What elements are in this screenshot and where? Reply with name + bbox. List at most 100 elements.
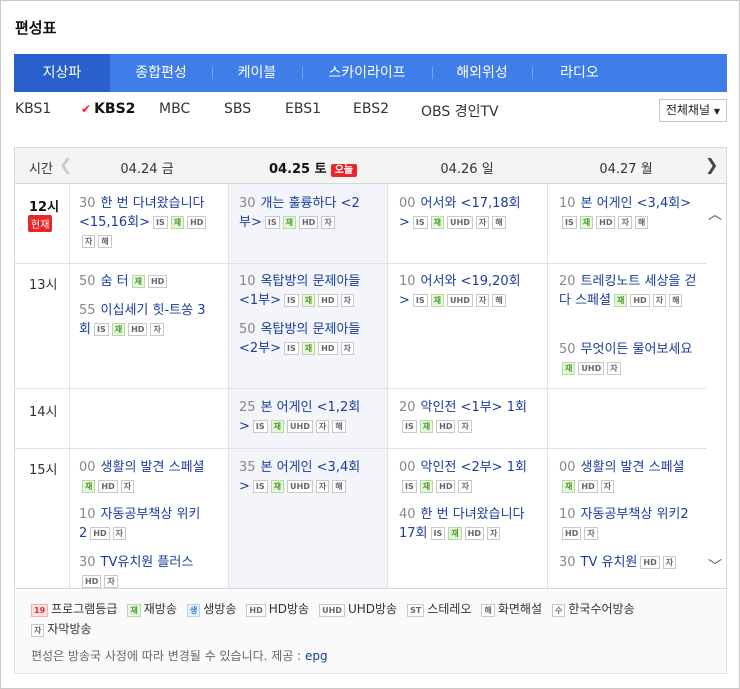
program-item[interactable]: 10 옥탑방의 문제아들 <1부> IS 재 HD 자 bbox=[239, 272, 367, 310]
legend-item: 수 한국수어방송 bbox=[552, 599, 635, 619]
program-item[interactable]: 10 어서와 <19,20회> IS 재 UHD 자 해 bbox=[399, 272, 527, 310]
legend-badge: 생 bbox=[186, 604, 201, 617]
provider-link[interactable]: epg bbox=[305, 649, 328, 663]
program-badge: 해 bbox=[332, 420, 346, 433]
channel-kbs2[interactable]: ✔ KBS2 bbox=[81, 101, 135, 117]
column-divider bbox=[69, 184, 70, 588]
program-item[interactable]: 20 트레킹노트 세상을 걷다 스페셜 재 HD 자 해 bbox=[559, 272, 699, 310]
program-item[interactable]: 00 악인전 <2부> 1회 IS 재 HD 자 bbox=[399, 458, 527, 496]
program-badge: 재 bbox=[430, 294, 445, 307]
program-badge: 자 bbox=[458, 480, 472, 493]
tab-cable[interactable]: 케이블 bbox=[212, 54, 302, 92]
legend-label: 한국수어방송 bbox=[568, 602, 635, 616]
program-item[interactable]: 10 본 어게인 <3,4회> IS 재 HD 자 해 bbox=[559, 194, 699, 232]
tab-radio[interactable]: 라디오 bbox=[532, 54, 627, 92]
program-title[interactable]: 한 번 다녀왔습니다 17회 bbox=[399, 507, 525, 541]
program-badge: 해 bbox=[492, 216, 506, 229]
channel-kbs1[interactable]: KBS1 bbox=[15, 101, 51, 117]
column-divider bbox=[387, 184, 388, 588]
channel-obs[interactable]: OBS 경인TV bbox=[421, 101, 499, 121]
program-title[interactable]: 한 번 다녀왔습니다 <15,16회> bbox=[79, 196, 205, 230]
program-item[interactable]: 10자동공부책상 위키2HD자 bbox=[79, 505, 207, 543]
program-badge: 자 bbox=[475, 294, 490, 307]
program-badge: HD bbox=[298, 216, 319, 229]
program-item[interactable]: 10자동공부책상 위키2HD자 bbox=[559, 505, 699, 543]
program-item[interactable]: 25 본 어게인 <1,2회> IS 재 UHD 자 해 bbox=[239, 398, 367, 436]
schedule-grid: 시간 ❮ 04.24 금 04.25 토 오늘 04.26 일 04.27 월 ❯… bbox=[14, 147, 727, 589]
program-badge: 재 bbox=[111, 323, 126, 336]
program-title[interactable]: 본 어게인 <3,4회> bbox=[581, 196, 692, 211]
program-item[interactable]: 50 숨 터 재 HD bbox=[79, 272, 207, 291]
channel-ebs2[interactable]: EBS2 bbox=[353, 101, 389, 117]
program-title[interactable]: 생활의 발견 스페셜 bbox=[581, 460, 685, 475]
program-title[interactable]: 무엇이든 물어보세요 bbox=[581, 342, 693, 357]
scrollbar[interactable]: ︿ ﹀ bbox=[706, 184, 726, 588]
program-item[interactable]: 00 어서와 <17,18회> IS 재 UHD 자 해 bbox=[399, 194, 527, 232]
next-arrow-icon[interactable]: ❯ bbox=[705, 157, 718, 173]
scroll-up-icon[interactable]: ︿ bbox=[708, 204, 722, 224]
legend-label: UHD방송 bbox=[347, 602, 398, 616]
program-item[interactable]: 00 생활의 발견 스페셜재 HD 자 bbox=[559, 458, 699, 496]
program-item[interactable]: 30 TV 유치원 HD 자 bbox=[559, 553, 699, 572]
program-minute: 30 bbox=[79, 196, 96, 211]
program-title[interactable]: 악인전 <1부> 1회 bbox=[421, 400, 527, 415]
program-badge: 재 bbox=[579, 216, 594, 229]
program-badge: HD bbox=[596, 216, 616, 229]
tab-general[interactable]: 종합편성 bbox=[110, 54, 212, 92]
program-minute: 00 bbox=[399, 460, 416, 475]
schedule-note: 편성은 방송국 사정에 따라 변경될 수 있습니다. 제공 : epg bbox=[31, 647, 328, 664]
tab-terrestrial[interactable]: 지상파 bbox=[14, 54, 110, 92]
program-badge: 재 bbox=[448, 527, 462, 540]
program-item[interactable]: 55 이십세기 힛-트쏭 3회 IS 재 HD 자 bbox=[79, 301, 207, 339]
legend-label: 생방송 bbox=[203, 602, 237, 616]
program-badge: 자 bbox=[340, 342, 354, 355]
program-badge: UHD bbox=[287, 420, 313, 433]
column-divider bbox=[228, 184, 229, 588]
tab-overseas[interactable]: 해외위성 bbox=[432, 54, 532, 92]
channel-mbc[interactable]: MBC bbox=[159, 101, 190, 117]
channel-ebs1[interactable]: EBS1 bbox=[285, 101, 321, 117]
program-badge: UHD bbox=[447, 216, 473, 229]
program-badge: 자 bbox=[82, 235, 96, 248]
check-icon: ✔ bbox=[81, 102, 92, 116]
channel-sbs[interactable]: SBS bbox=[224, 101, 251, 117]
scroll-down-icon[interactable]: ﹀ bbox=[708, 556, 722, 576]
row-divider bbox=[15, 448, 706, 449]
program-item[interactable]: 50 무엇이든 물어보세요재 UHD 자 bbox=[559, 340, 699, 378]
column-divider bbox=[547, 184, 548, 588]
program-minute: 10 bbox=[399, 274, 416, 289]
row-divider bbox=[15, 263, 706, 264]
program-badge: 자 bbox=[340, 294, 354, 307]
time-label: 시간 bbox=[29, 162, 53, 177]
program-minute: 35 bbox=[239, 460, 256, 475]
program-title[interactable]: 숨 터 bbox=[101, 274, 129, 289]
now-badge: 현재 bbox=[28, 215, 53, 232]
program-item[interactable]: 30 한 번 다녀왔습니다 <15,16회> IS 재 HD 자 해 bbox=[79, 194, 207, 251]
program-badge: 자 bbox=[618, 216, 632, 229]
program-minute: 40 bbox=[399, 507, 416, 522]
legend-badge: 재 bbox=[127, 604, 141, 617]
date-0426: 04.26 일 bbox=[440, 162, 494, 177]
program-item[interactable]: 30 TV유치원 플러스 HD 자 bbox=[79, 553, 207, 588]
program-item[interactable]: 00 생활의 발견 스페셜재 HD 자 bbox=[79, 458, 207, 496]
program-title[interactable]: TV 유치원 bbox=[581, 555, 638, 570]
legend-label: HD방송 bbox=[268, 602, 310, 616]
program-item[interactable]: 30 개는 훌륭하다 <2부> IS 재 HD 자 bbox=[239, 194, 367, 232]
prev-arrow-icon[interactable]: ❮ bbox=[59, 157, 72, 173]
tab-skylife[interactable]: 스카이라이프 bbox=[302, 54, 432, 92]
program-badge: HD bbox=[578, 480, 598, 493]
program-title[interactable]: 생활의 발견 스페셜 bbox=[101, 460, 205, 475]
program-title[interactable]: 악인전 <2부> 1회 bbox=[421, 460, 527, 475]
program-title[interactable]: 자동공부책상 위키2 bbox=[581, 507, 689, 522]
program-item[interactable]: 40 한 번 다녀왔습니다 17회 IS 재 HD 자 bbox=[399, 505, 527, 543]
program-badge: 자 bbox=[458, 420, 472, 433]
program-item[interactable]: 50 옥탑방의 문제아들 <2부> IS 재 HD 자 bbox=[239, 320, 367, 358]
program-badge: 재 bbox=[170, 216, 185, 229]
program-badge: HD bbox=[82, 575, 102, 588]
program-item[interactable]: 20 악인전 <1부> 1회 IS 재 HD 자 bbox=[399, 398, 527, 436]
program-badge: 자 bbox=[112, 527, 126, 540]
program-item[interactable]: 35 본 어게인 <3,4회> IS 재 UHD 자 해 bbox=[239, 458, 367, 496]
program-badge: 재 bbox=[301, 294, 316, 307]
all-channels-dropdown[interactable]: 전체채널 ▼ bbox=[658, 99, 727, 122]
program-title[interactable]: TV유치원 플러스 bbox=[101, 555, 194, 570]
